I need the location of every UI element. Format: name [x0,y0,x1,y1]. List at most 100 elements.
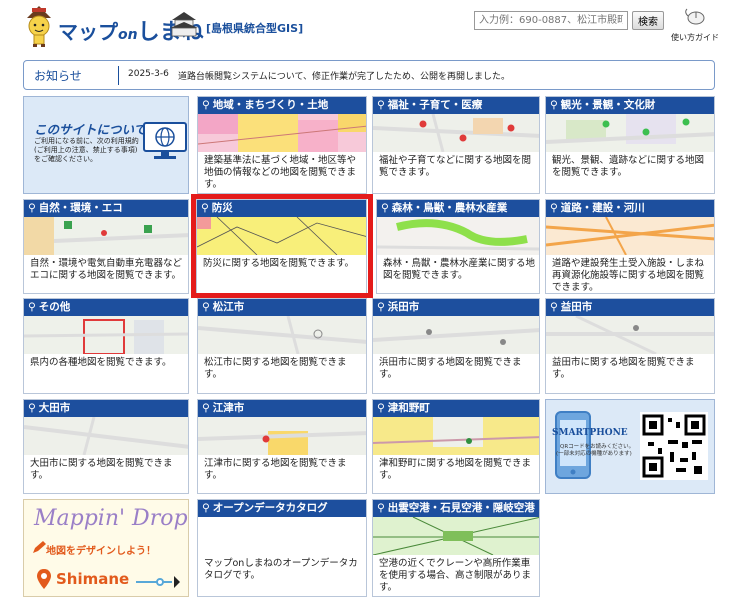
tile-kuko-desc: 空港の近くでクレーンや高所作業車を使用する場合、高さ制限があります。 [379,558,532,593]
tile-oda-desc: 大田市に関する地図を閲覧できます。 [30,458,173,481]
map-pin-icon [37,569,51,589]
tile-shinrin-title: 森林・鳥獣・農林水産業 [391,202,508,214]
tile-douro-desc: 道路や建設発生土受入施設・しまね再資源化施設等に関する地図を閲覧できます。 [552,258,705,293]
search-icon: ⚲ [377,402,385,414]
tile-oda-header: ⚲ 大田市 [24,400,188,417]
castle-icon [170,12,198,37]
tile-smartphone[interactable]: SMARTPHONE QRコードをお読みください。 (一部未対応の機種があります… [545,399,715,494]
tile-matsue-title: 松江市 [212,301,245,313]
tile-sonota[interactable]: ⚲ その他 県内の各種地図を閲覧できます。 [23,298,189,394]
tile-douro[interactable]: ⚲ 道路・建設・河川 道路や建設発生土受入施設・しまね再資源化施設等に関する地図を… [545,199,715,294]
tile-matsue[interactable]: ⚲ 松江市 松江市に関する地図を閲覧できます。 [197,298,367,394]
search-icon: ⚲ [550,99,558,111]
tile-douro-title: 道路・建設・河川 [560,202,645,214]
tile-kanko-desc: 観光、景観、遺跡などに関する地図を閲覧できます。 [552,155,705,178]
search-icon: ⚲ [377,502,385,514]
tile-opendata-header: ⚲ オープンデータカタログ [198,500,366,517]
tile-kuko[interactable]: ⚲ 出雲空港・石見空港・隠岐空港 空港の近くでクレーンや高所作業車を使用する場合、… [372,499,540,597]
search-icon: ⚲ [550,301,558,313]
smartphone-sub2: (一部未対応の機種があります) [556,451,632,457]
tile-gotsu-header: ⚲ 江津市 [198,400,366,417]
news-text[interactable]: 道路台帳閲覧システムについて、修正作業が完了したため、公開を再開しました。 [178,69,510,82]
tile-fukushi-desc: 福祉や子育てなどに関する地図を閲覧できます。 [379,155,532,178]
map-thumbnail [198,417,366,455]
tile-matsue-desc: 松江市に関する地図を閲覧できます。 [204,357,347,380]
search-button[interactable]: 検索 [632,11,664,30]
search-icon: ⚲ [28,402,36,414]
search-icon: ⚲ [377,99,385,111]
tile-shinrin-desc: 森林・鳥獣・農林水産業に関する地図を閲覧できます。 [383,258,536,281]
search-icon: ⚲ [202,502,210,514]
tile-sonota-header: ⚲ その他 [24,299,188,316]
map-thumbnail [24,417,188,455]
tile-bousai[interactable]: ⚲ 防災 防災に関する地図を閲覧できます。 [196,199,367,294]
tile-tsuwano-title: 津和野町 [387,402,430,414]
tile-chiiki[interactable]: ⚲ 地域・まちづくり・土地 建築基準法に基づく地域・地区等や地価の情報などの地図を… [197,96,367,194]
tile-shinrin-header: ⚲ 森林・鳥獣・農林水産業 [377,200,539,217]
tile-tsuwano-header: ⚲ 津和野町 [373,400,539,417]
search-icon: ⚲ [28,301,36,313]
map-thumbnail [24,316,188,354]
search-icon: ⚲ [28,202,36,214]
mappin-title: Mappin' Drop [34,506,188,531]
tile-shinrin[interactable]: ⚲ 森林・鳥獣・農林水産業 森林・鳥獣・農林水産業に関する地図を閲覧できます。 [376,199,540,294]
tile-oda[interactable]: ⚲ 大田市 大田市に関する地図を閲覧できます。 [23,399,189,494]
tile-fukushi[interactable]: ⚲ 福祉・子育て・医療 福祉や子育てなどに関する地図を閲覧できます。 [372,96,540,194]
about-title: このサイトについて [34,122,147,137]
tile-kuko-header: ⚲ 出雲空港・石見空港・隠岐空港 [373,500,539,517]
tile-shizen-desc: 自然・環境や電気自動車充電器などエコに関する地図を閲覧できます。 [30,258,183,281]
tile-kuko-title: 出雲空港・石見空港・隠岐空港 [387,502,535,514]
tile-gotsu-title: 江津市 [212,402,245,414]
tile-hamada-title: 浜田市 [387,301,420,313]
guide-link[interactable]: 使い方ガイド [666,8,724,43]
news-date: 2025-3-6 [128,69,169,79]
tile-mappin-drop[interactable]: Mappin' Drop 地図をデザインしよう！ Shimane [23,499,189,597]
tile-oda-title: 大田市 [38,402,71,414]
tile-tsuwano[interactable]: ⚲ 津和野町 津和野町に関する地図を閲覧できます。 [372,399,540,494]
mappin-subtitle: 地図をデザインしよう！ [46,546,156,557]
qr-code-icon [640,412,708,480]
tile-kanko-header: ⚲ 観光・景観・文化財 [546,97,714,114]
map-thumbnail [546,316,714,354]
tile-shizen[interactable]: ⚲ 自然・環境・エコ 自然・環境や電気自動車充電器などエコに関する地図を閲覧できま… [23,199,189,294]
map-thumbnail [373,517,539,555]
tile-kanko-title: 観光・景観・文化財 [560,99,656,111]
tile-opendata[interactable]: ⚲ オープンデータカタログ マップonしまねのオープンデータカタログです。 [197,499,367,597]
tile-tsuwano-desc: 津和野町に関する地図を閲覧できます。 [379,458,532,481]
tile-hamada[interactable]: ⚲ 浜田市 浜田市に関する地図を閲覧できます。 [372,298,540,394]
tile-matsue-header: ⚲ 松江市 [198,299,366,316]
tile-fukushi-title: 福祉・子育て・医療 [387,99,483,111]
about-text: ご利用になる前に、次の利用規約(ご利用上の注意、禁止する事項)をご確認ください。 [34,137,139,163]
map-thumbnail [197,217,366,255]
tile-hamada-header: ⚲ 浜田市 [373,299,539,316]
tile-hamada-desc: 浜田市に関する地図を閲覧できます。 [379,357,522,380]
tile-shizen-header: ⚲ 自然・環境・エコ [24,200,188,217]
map-thumbnail [373,316,539,354]
smartphone-label: SMARTPHONE [552,428,628,438]
tile-gotsu[interactable]: ⚲ 江津市 江津市に関する地図を閲覧できます。 [197,399,367,494]
tile-kanko[interactable]: ⚲ 観光・景観・文化財 観光、景観、遺跡などに関する地図を閲覧できます。 [545,96,715,194]
search-icon: ⚲ [550,202,558,214]
monitor-globe-icon [143,122,187,159]
map-thumbnail [373,417,539,455]
map-thumbnail [373,114,539,152]
tile-bousai-header: ⚲ 防災 [197,200,366,217]
tile-chiiki-header: ⚲ 地域・まちづくり・土地 [198,97,366,114]
news-divider [118,66,119,85]
logo-title-prefix: マップ [58,20,118,44]
search-icon: ⚲ [201,202,209,214]
tile-masuda[interactable]: ⚲ 益田市 益田市に関する地図を閲覧できます。 [545,298,715,394]
map-thumbnail [377,217,539,255]
tile-masuda-title: 益田市 [560,301,593,313]
search-icon: ⚲ [202,301,210,313]
mascot-icon [27,6,51,47]
tile-masuda-desc: 益田市に関する地図を閲覧できます。 [552,357,695,380]
tile-chiiki-desc: 建築基準法に基づく地域・地区等や地価の情報などの地図を閲覧できます。 [204,155,357,190]
map-thumbnail [24,217,188,255]
tile-about[interactable]: このサイトについて ご利用になる前に、次の利用規約(ご利用上の注意、禁止する事項… [23,96,189,194]
tile-bousai-title: 防災 [211,202,233,214]
tile-shizen-title: 自然・環境・エコ [38,202,123,214]
search-input[interactable] [474,11,628,30]
search-icon: ⚲ [202,99,210,111]
tile-fukushi-header: ⚲ 福祉・子育て・医療 [373,97,539,114]
